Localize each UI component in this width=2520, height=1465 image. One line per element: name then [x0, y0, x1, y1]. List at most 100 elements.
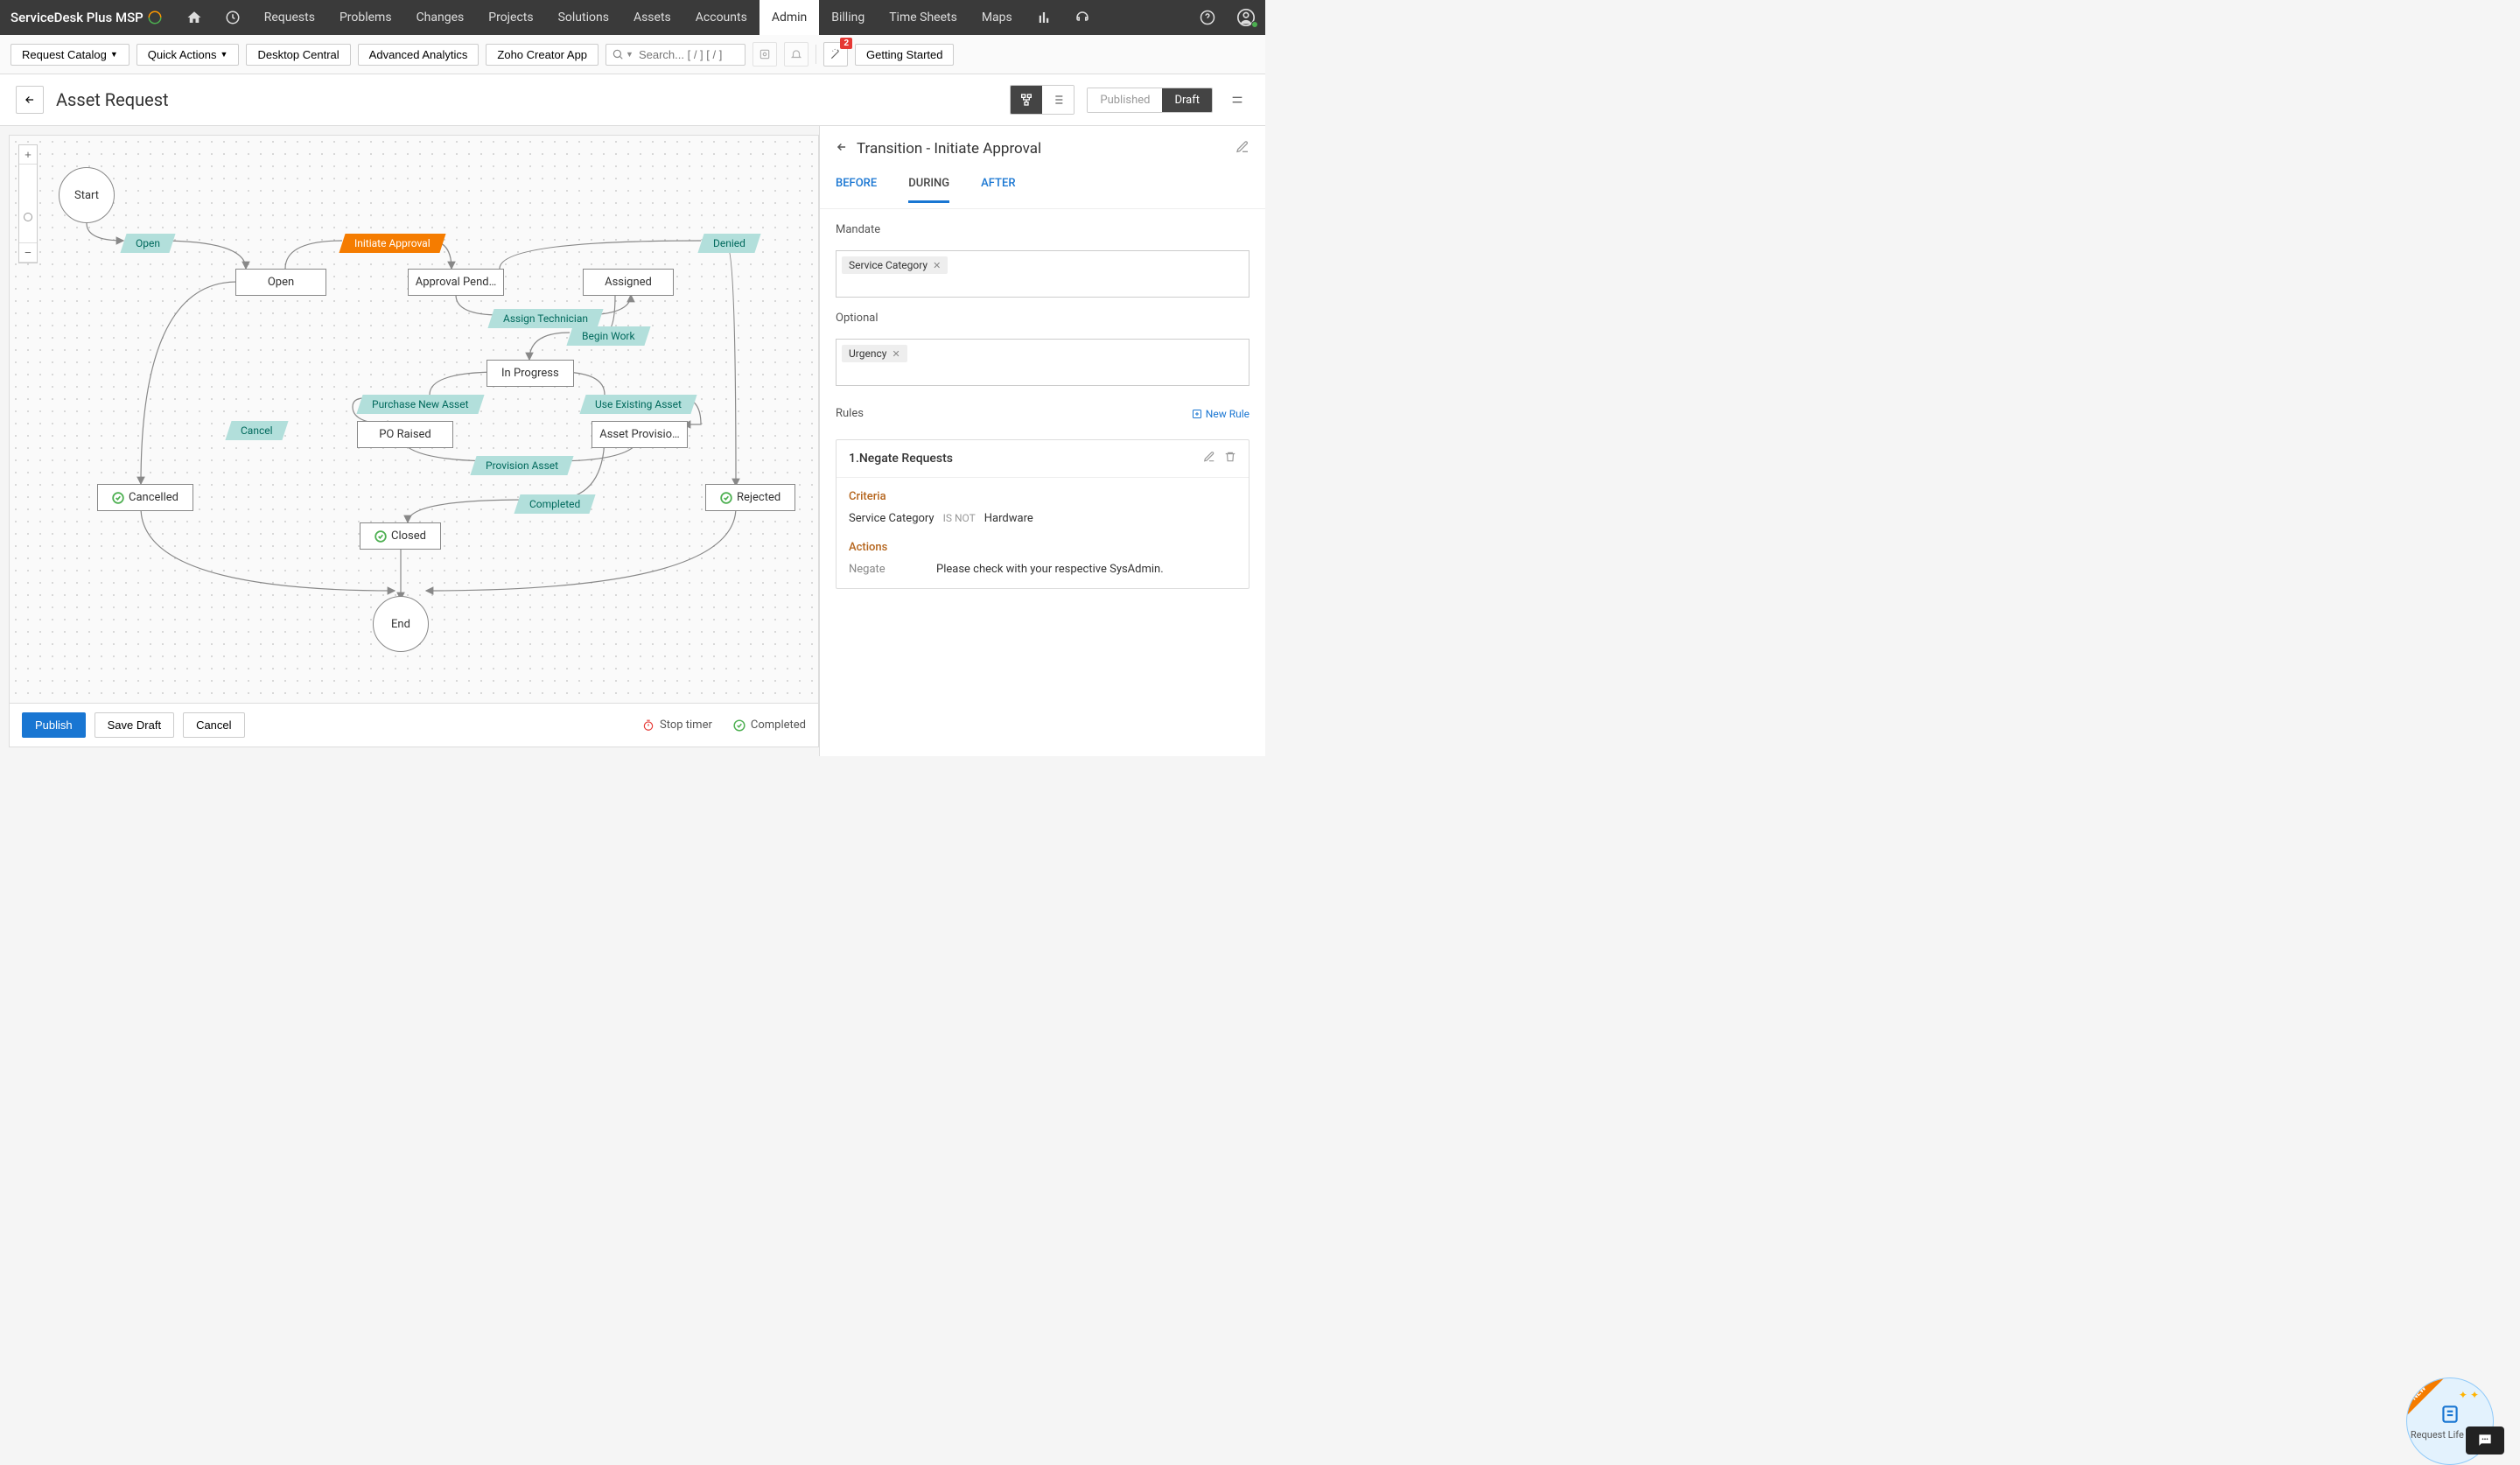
sparkle-icon: ✦ ✦	[2459, 1389, 2479, 1401]
panel-edit-icon[interactable]	[1236, 140, 1250, 158]
zoom-slider[interactable]	[19, 165, 37, 243]
node-asset-provisioned[interactable]: Asset Provisio…	[592, 421, 688, 448]
panel-back-icon[interactable]	[836, 141, 848, 157]
save-draft-button[interactable]: Save Draft	[94, 712, 174, 738]
transition-assign-technician[interactable]: Assign Technician	[487, 309, 603, 328]
mandate-tag: Service Category✕	[842, 256, 948, 274]
optional-tagbox[interactable]: Urgency✕	[836, 339, 1250, 386]
quick-actions-dropdown[interactable]: Quick Actions▼	[136, 44, 240, 66]
nav-projects[interactable]: Projects	[476, 0, 545, 35]
transition-purchase-new-asset[interactable]: Purchase New Asset	[356, 395, 484, 414]
chat-fab[interactable]	[2466, 1426, 2504, 1454]
stop-timer-indicator: Stop timer	[642, 718, 712, 732]
scanner-icon[interactable]	[752, 42, 777, 67]
transition-open[interactable]: Open	[120, 234, 175, 253]
zoom-control: + −	[18, 144, 38, 263]
title-bar: Asset Request Published Draft	[0, 74, 1265, 126]
publish-toggle: Published Draft	[1087, 88, 1213, 113]
tab-before[interactable]: BEFORE	[836, 168, 877, 203]
nav-problems[interactable]: Problems	[327, 0, 404, 35]
clock-icon[interactable]	[214, 0, 252, 35]
search-icon	[612, 48, 624, 60]
node-approval-pending[interactable]: Approval Pend…	[408, 269, 504, 296]
criteria-line: Service Category IS NOT Hardware	[849, 512, 1236, 525]
cancel-button[interactable]: Cancel	[183, 712, 244, 738]
nav-time-sheets[interactable]: Time Sheets	[877, 0, 970, 35]
chat-icon	[2476, 1432, 2494, 1449]
bell-icon[interactable]	[784, 42, 808, 67]
chevron-down-icon: ▼	[626, 50, 634, 60]
rule-card-header: 1.Negate Requests	[836, 440, 1249, 478]
transition-begin-work[interactable]: Begin Work	[566, 326, 650, 346]
secondary-bar: Request Catalog▼ Quick Actions▼ Desktop …	[0, 35, 1265, 74]
nav-billing[interactable]: Billing	[819, 0, 877, 35]
mandate-tagbox[interactable]: Service Category✕	[836, 250, 1250, 298]
check-icon	[733, 719, 746, 732]
mandate-label: Mandate	[836, 223, 1250, 236]
timer-icon	[642, 719, 654, 732]
headset-icon[interactable]	[1063, 0, 1102, 35]
list-view-button[interactable]	[1042, 86, 1074, 114]
wand-icon[interactable]: 2	[823, 42, 848, 67]
nav-solutions[interactable]: Solutions	[546, 0, 621, 35]
node-po-raised[interactable]: PO Raised	[357, 421, 453, 448]
help-icon[interactable]	[1188, 0, 1227, 35]
node-end[interactable]: End	[373, 596, 429, 652]
canvas-area: + −	[9, 135, 819, 747]
desktop-central-button[interactable]: Desktop Central	[246, 44, 350, 66]
wand-badge: 2	[840, 38, 852, 49]
side-panel: Transition - Initiate Approval BEFORE DU…	[819, 126, 1265, 756]
transition-use-existing-asset[interactable]: Use Existing Asset	[579, 395, 696, 414]
zoom-out-button[interactable]: −	[19, 243, 37, 263]
draft-tab[interactable]: Draft	[1162, 88, 1212, 112]
plus-icon	[1192, 409, 1202, 419]
nav-requests[interactable]: Requests	[252, 0, 327, 35]
published-tab[interactable]: Published	[1088, 88, 1162, 112]
more-menu-icon[interactable]	[1225, 88, 1250, 112]
node-open[interactable]: Open	[235, 269, 326, 296]
node-assigned[interactable]: Assigned	[583, 269, 674, 296]
tab-during[interactable]: DURING	[908, 168, 949, 203]
nav-maps[interactable]: Maps	[970, 0, 1025, 35]
nav-changes[interactable]: Changes	[404, 0, 477, 35]
zoom-in-button[interactable]: +	[19, 145, 37, 165]
transition-cancel[interactable]: Cancel	[225, 421, 288, 440]
brand-swirl-icon	[147, 10, 163, 25]
criteria-field: Service Category	[849, 512, 934, 525]
nav-accounts[interactable]: Accounts	[683, 0, 760, 35]
nav-assets[interactable]: Assets	[621, 0, 683, 35]
diagram-canvas[interactable]: + −	[10, 136, 818, 703]
zoho-creator-button[interactable]: Zoho Creator App	[486, 44, 598, 66]
rule-edit-icon[interactable]	[1203, 451, 1215, 466]
node-closed[interactable]: Closed	[360, 522, 441, 550]
home-icon[interactable]	[175, 0, 214, 35]
node-cancelled[interactable]: Cancelled	[97, 484, 193, 511]
transition-denied[interactable]: Denied	[697, 234, 760, 253]
transition-completed[interactable]: Completed	[514, 494, 595, 514]
node-start[interactable]: Start	[59, 167, 115, 223]
node-rejected[interactable]: Rejected	[705, 484, 795, 511]
rule-delete-icon[interactable]	[1224, 451, 1236, 466]
publish-button[interactable]: Publish	[22, 712, 86, 738]
node-in-progress[interactable]: In Progress	[486, 360, 574, 387]
criteria-operator: IS NOT	[943, 512, 976, 524]
rule-card: 1.Negate Requests Criteria Service Categ…	[836, 439, 1250, 589]
avatar-icon[interactable]	[1227, 0, 1265, 35]
search-box[interactable]: ▼	[606, 44, 746, 66]
tag-remove-icon[interactable]: ✕	[892, 348, 900, 360]
tag-remove-icon[interactable]: ✕	[933, 260, 941, 271]
advanced-analytics-button[interactable]: Advanced Analytics	[358, 44, 480, 66]
new-rule-button[interactable]: New Rule	[1192, 408, 1250, 420]
transition-provision-asset[interactable]: Provision Asset	[470, 456, 573, 475]
request-catalog-dropdown[interactable]: Request Catalog▼	[10, 44, 130, 66]
diagram-view-button[interactable]	[1011, 86, 1042, 114]
transition-initiate-approval[interactable]: Initiate Approval	[339, 234, 445, 253]
mandate-input[interactable]	[953, 256, 1243, 272]
tab-after[interactable]: AFTER	[981, 168, 1015, 203]
actions-heading: Actions	[849, 541, 1236, 554]
chart-icon[interactable]	[1025, 0, 1063, 35]
back-button[interactable]	[16, 86, 44, 114]
nav-admin[interactable]: Admin	[760, 0, 819, 35]
getting-started-button[interactable]: Getting Started	[855, 44, 954, 66]
search-input[interactable]	[634, 45, 738, 65]
